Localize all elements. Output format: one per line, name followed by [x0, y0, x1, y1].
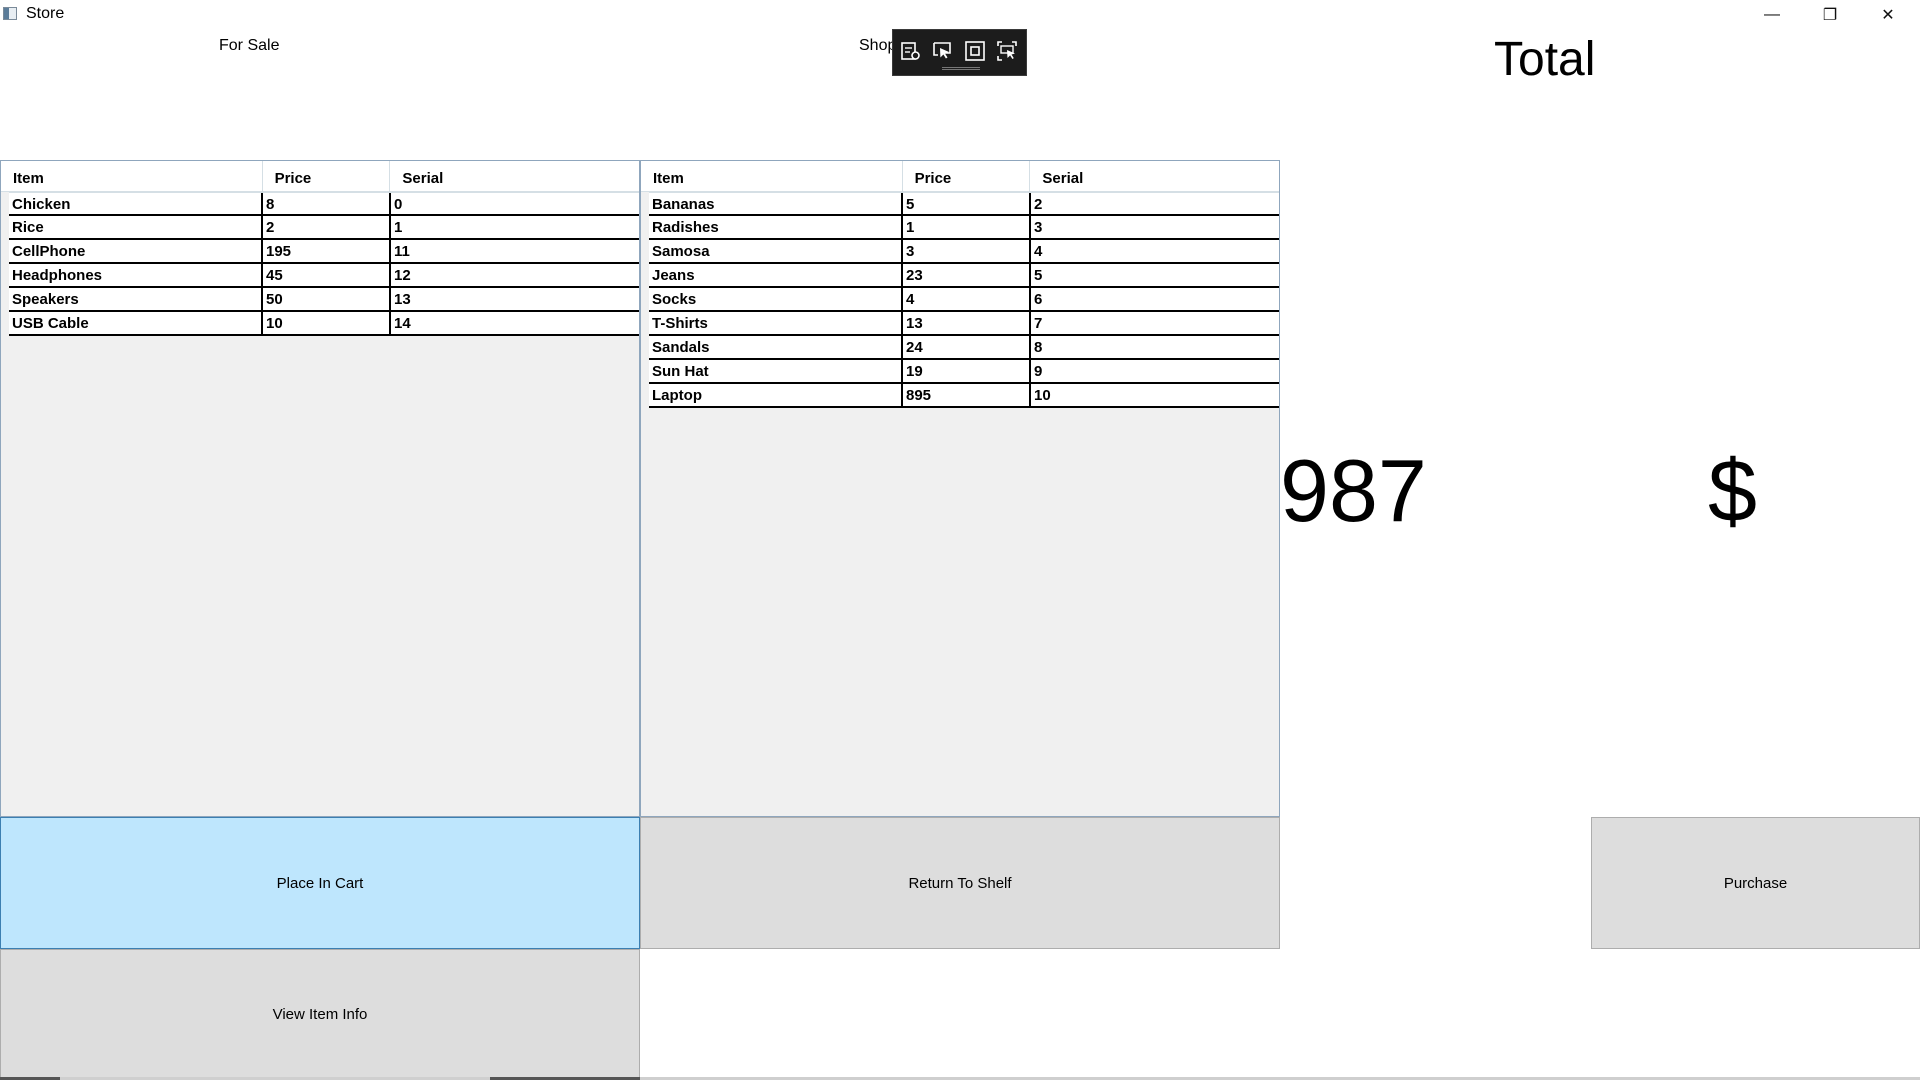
column-header-price[interactable]: Price	[903, 161, 1031, 191]
toolbar-drag-handle[interactable]	[942, 67, 980, 70]
cell-price[interactable]: 10	[263, 312, 391, 334]
for-sale-grid[interactable]: Item Price Serial Chicken 8 0 Rice 2 1 CellPho…	[0, 160, 640, 817]
column-header-serial[interactable]: Serial	[1030, 161, 1279, 191]
table-row[interactable]: Socks 4 6	[649, 288, 1279, 312]
cell-serial[interactable]: 10	[1031, 384, 1279, 406]
cell-price[interactable]: 5	[903, 193, 1031, 214]
cell-item[interactable]: Bananas	[649, 193, 903, 214]
for-sale-label: For Sale	[219, 37, 280, 54]
cell-item[interactable]: Radishes	[649, 216, 903, 238]
cell-serial[interactable]: 5	[1031, 264, 1279, 286]
cell-price[interactable]: 3	[903, 240, 1031, 262]
cell-serial[interactable]: 8	[1031, 336, 1279, 358]
table-row[interactable]: Sandals 24 8	[649, 336, 1279, 360]
table-row[interactable]: Jeans 23 5	[649, 264, 1279, 288]
cell-price[interactable]: 895	[903, 384, 1031, 406]
cell-price[interactable]: 13	[903, 312, 1031, 334]
table-row[interactable]: Radishes 1 3	[649, 216, 1279, 240]
cell-item[interactable]: CellPhone	[9, 240, 263, 262]
table-row[interactable]: Bananas 5 2	[649, 192, 1279, 216]
cell-item[interactable]: Laptop	[649, 384, 903, 406]
cell-price[interactable]: 2	[263, 216, 391, 238]
cart-rows: Bananas 5 2 Radishes 1 3 Samosa 3 4 Jeans 23 5 Socks…	[649, 192, 1279, 408]
return-to-shelf-button[interactable]: Return To Shelf	[640, 817, 1280, 949]
cell-item[interactable]: Socks	[649, 288, 903, 310]
cell-item[interactable]: Sun Hat	[649, 360, 903, 382]
place-in-cart-button[interactable]: Place In Cart	[0, 817, 640, 949]
capture-toolbar	[892, 29, 1027, 76]
currency-symbol: $	[1708, 441, 1757, 540]
cell-price[interactable]: 19	[903, 360, 1031, 382]
cell-price[interactable]: 50	[263, 288, 391, 310]
cell-price[interactable]: 4	[903, 288, 1031, 310]
column-header-price[interactable]: Price	[263, 161, 391, 191]
column-header-item[interactable]: Item	[1, 161, 263, 191]
cell-price[interactable]: 24	[903, 336, 1031, 358]
total-amount: 987	[1280, 441, 1427, 540]
total-label: Total	[1494, 33, 1596, 86]
cell-price[interactable]: 23	[903, 264, 1031, 286]
cell-serial[interactable]: 14	[391, 312, 639, 334]
table-row[interactable]: Chicken 8 0	[9, 192, 639, 216]
cell-price[interactable]: 1	[903, 216, 1031, 238]
table-row[interactable]: Sun Hat 19 9	[649, 360, 1279, 384]
cell-item[interactable]: Rice	[9, 216, 263, 238]
cell-item[interactable]: Headphones	[9, 264, 263, 286]
table-row[interactable]: Headphones 45 12	[9, 264, 639, 288]
cell-serial[interactable]: 7	[1031, 312, 1279, 334]
table-row[interactable]: Samosa 3 4	[649, 240, 1279, 264]
cell-serial[interactable]: 12	[391, 264, 639, 286]
cell-serial[interactable]: 11	[391, 240, 639, 262]
cell-serial[interactable]: 4	[1031, 240, 1279, 262]
cell-serial[interactable]: 0	[391, 193, 639, 214]
view-item-info-button[interactable]: View Item Info	[0, 949, 640, 1080]
shop-label: Shop	[859, 37, 897, 54]
cell-serial[interactable]: 9	[1031, 360, 1279, 382]
cell-price[interactable]: 45	[263, 264, 391, 286]
table-row[interactable]: Laptop 895 10	[649, 384, 1279, 408]
window-title: Store	[26, 5, 65, 22]
cart-grid-header: Item Price Serial	[641, 161, 1279, 192]
close-button[interactable]: ✕	[1859, 0, 1917, 29]
for-sale-rows: Chicken 8 0 Rice 2 1 CellPhone 195 11 Headphones 4…	[9, 192, 639, 336]
cell-item[interactable]: Sandals	[649, 336, 903, 358]
cart-grid[interactable]: Item Price Serial Bananas 5 2 Radishes 1 3 Sam…	[640, 160, 1280, 817]
minimize-button[interactable]: —	[1743, 0, 1801, 29]
cell-item[interactable]: USB Cable	[9, 312, 263, 334]
settings-icon[interactable]	[899, 39, 923, 63]
title-bar: Store — ❐ ✕	[0, 0, 1920, 29]
cell-item[interactable]: T-Shirts	[649, 312, 903, 334]
cell-item[interactable]: Speakers	[9, 288, 263, 310]
table-row[interactable]: Speakers 50 13	[9, 288, 639, 312]
cell-item[interactable]: Samosa	[649, 240, 903, 262]
cell-serial[interactable]: 6	[1031, 288, 1279, 310]
cell-serial[interactable]: 2	[1031, 193, 1279, 214]
cell-serial[interactable]: 3	[1031, 216, 1279, 238]
select-pointer-icon[interactable]	[931, 39, 955, 63]
cell-serial[interactable]: 1	[391, 216, 639, 238]
table-row[interactable]: CellPhone 195 11	[9, 240, 639, 264]
cell-price[interactable]: 195	[263, 240, 391, 262]
app-icon	[3, 7, 17, 20]
column-header-serial[interactable]: Serial	[390, 161, 639, 191]
region-capture-icon[interactable]	[995, 39, 1019, 63]
for-sale-grid-header: Item Price Serial	[1, 161, 639, 192]
purchase-button[interactable]: Purchase	[1591, 817, 1920, 949]
rectangle-capture-icon[interactable]	[963, 39, 987, 63]
table-row[interactable]: T-Shirts 13 7	[649, 312, 1279, 336]
cell-item[interactable]: Chicken	[9, 193, 263, 214]
table-row[interactable]: USB Cable 10 14	[9, 312, 639, 336]
cell-serial[interactable]: 13	[391, 288, 639, 310]
column-header-item[interactable]: Item	[641, 161, 903, 191]
cell-price[interactable]: 8	[263, 193, 391, 214]
cell-item[interactable]: Jeans	[649, 264, 903, 286]
table-row[interactable]: Rice 2 1	[9, 216, 639, 240]
restore-button[interactable]: ❐	[1801, 0, 1859, 29]
